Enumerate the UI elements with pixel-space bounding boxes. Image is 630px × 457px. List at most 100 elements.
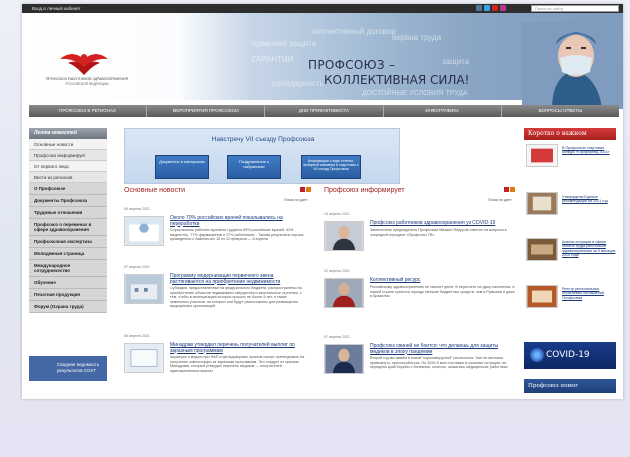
documents-button[interactable]: Документы и материалы — [155, 155, 209, 179]
sidebar-group-education[interactable]: Обучение — [29, 277, 107, 289]
org-name-line2: РОССИЙСКОЙ ФЕДЕРАЦИИ — [65, 82, 109, 86]
news-summary: Российскому здравоохранению не хватает д… — [370, 285, 515, 299]
news-date: 14 апреля 2021 — [324, 212, 350, 216]
campaign-info-button[interactable]: Информация о ходе отчетно-выборной кампа… — [301, 155, 361, 179]
union-informs-title[interactable]: Профсоюз информирует — [324, 187, 405, 194]
bg-word: правовая защита — [252, 39, 317, 48]
sidebar-item-main-news[interactable]: Основные новости — [29, 139, 107, 150]
news-thumbnail[interactable] — [124, 274, 164, 304]
main-news-title[interactable]: Основные новости — [124, 187, 185, 194]
brief-thumbnail[interactable] — [526, 144, 558, 167]
sidebar-group-about[interactable]: О Профсоюзе — [29, 183, 107, 195]
reflection-fade — [0, 395, 630, 457]
virus-icon — [530, 348, 544, 362]
bg-word: защита — [442, 57, 470, 66]
union-helped-header[interactable]: Профсоюз помог — [524, 379, 616, 393]
sidebar-group-expertise[interactable]: Профсоюзная экспертиза — [29, 236, 107, 248]
header-slogan-line1: ПРОФСОЮЗ – — [308, 58, 396, 72]
news-summary: Второй год мы живем в новой "коронавирус… — [370, 356, 508, 370]
sidebar-item-union-informs[interactable]: Профсоюз информирует — [29, 150, 107, 161]
main-nav: ПРОФСОЮЗ В РЕГИОНАХ МЕРОПРИЯТИЯ ПРОФСОЮЗ… — [29, 105, 619, 117]
social-icons — [476, 5, 506, 11]
sidebar-group-documents[interactable]: Документы Профсоюза — [29, 195, 107, 207]
news-title-link[interactable]: Около 70% российских врачей покалывались… — [170, 215, 305, 227]
sidebar-item-first-person[interactable]: От первого лица — [29, 161, 107, 172]
main-news-feed-icons — [300, 187, 311, 192]
brief-link[interactable]: Реестр региональных отраслевых соглашени… — [562, 287, 616, 300]
sout-promo-banner[interactable]: Сводная ведомость результатов СОУТ — [29, 356, 107, 381]
org-name-line1: ПРОФСОЮЗ РАБОТНИКОВ ЗДРАВООХРАНЕНИЯ — [45, 77, 129, 81]
site-header: ПРОФСОЮЗ РАБОТНИКОВ ЗДРАВООХРАНЕНИЯ РОСС… — [22, 13, 623, 109]
website-page: Вход в личный кабинет Поиск по сайту ПРО… — [22, 4, 623, 399]
news-title-link[interactable]: Минздрав утвердил перечень получателей в… — [170, 342, 305, 354]
sidebar-group-changes[interactable]: Профсоюз о переменах в сфере здравоохран… — [29, 219, 107, 236]
nav-item-events[interactable]: МЕРОПРИЯТИЯ ПРОФСОЮЗА — [147, 105, 266, 117]
brief-link[interactable]: Утверждены Единые рекомендации на 2021 г… — [562, 195, 616, 204]
sidebar-group-international[interactable]: Международное сотрудничество — [29, 260, 107, 277]
news-date: 12 апреля 2021 — [324, 269, 350, 273]
rss-icon[interactable] — [306, 187, 311, 192]
bg-word: охрана труда — [392, 33, 442, 42]
sidebar-group-labor[interactable]: Трудовые отношения — [29, 207, 107, 219]
news-title-link[interactable]: Программу модернизации первичного звена … — [170, 273, 305, 285]
news-summary: Субсидии, предоставленные из федеральног… — [170, 286, 302, 309]
union-logo-icon[interactable] — [54, 49, 114, 79]
vk-icon[interactable] — [476, 5, 482, 11]
nav-item-activist-days[interactable]: ДНИ ПРОФАКТИВИСТА — [265, 105, 384, 117]
brief-header: Коротко о важном — [524, 128, 616, 140]
news-thumbnail[interactable] — [324, 221, 364, 251]
sidebar-group-youth[interactable]: Молодежная страница — [29, 248, 107, 260]
sidebar-header: Лента новостей — [29, 128, 107, 139]
brief-link[interactable]: Анализ ситуации в сфере оплаты труда раб… — [562, 240, 616, 258]
bg-word: солидарность — [272, 79, 324, 88]
instagram-icon[interactable] — [500, 5, 506, 11]
news-title-link[interactable]: Профсоюз свиней не боится: что делаешь д… — [370, 343, 515, 355]
sidebar-group-forum[interactable]: Форум (Охрана труда) — [29, 301, 107, 313]
twitter-icon[interactable] — [484, 5, 490, 11]
news-title-link[interactable]: Профсоюз работников здравоохранения уз C… — [370, 220, 515, 227]
news-thumbnail[interactable] — [124, 343, 164, 373]
sidebar-item-regions[interactable]: Вести из регионов — [29, 172, 107, 183]
covid-banner[interactable]: COVID-19 — [524, 342, 616, 369]
news-summary: Акушерки и медсестры ФАП и фельдшерских … — [170, 355, 305, 373]
nav-item-infographics[interactable]: ИНФОГРАФИКА — [384, 105, 502, 117]
email-icon[interactable] — [300, 187, 305, 192]
union-informs-archive-link[interactable]: Поиск по дате — [488, 198, 512, 202]
congress-banner: Навстречу VII съезду Профсоюза Документы… — [124, 128, 400, 184]
news-thumbnail[interactable] — [324, 278, 364, 308]
search-input[interactable]: Поиск по сайту — [531, 5, 619, 12]
brief-thumbnail[interactable] — [526, 285, 558, 308]
sidebar-group-print[interactable]: Печатная продукция — [29, 289, 107, 301]
screenshot-stage: Вход в личный кабинет Поиск по сайту ПРО… — [0, 0, 630, 457]
news-date: 07 апреля 2021 — [124, 265, 150, 269]
top-bar: Вход в личный кабинет Поиск по сайту — [22, 4, 623, 13]
left-sidebar: Лента новостей Основные новости Профсоюз… — [29, 128, 107, 313]
youtube-icon[interactable] — [492, 5, 498, 11]
congress-banner-title: Навстречу VII съезду Профсоюза — [211, 136, 315, 143]
rss-icon[interactable] — [510, 187, 515, 192]
news-summary: Сорок восемь рабочего времени трудятся 6… — [170, 228, 305, 242]
email-icon[interactable] — [504, 187, 509, 192]
brief-thumbnail[interactable] — [526, 238, 558, 261]
brief-thumbnail[interactable] — [526, 192, 558, 215]
main-news-archive-link[interactable]: Поиск по дате — [284, 198, 308, 202]
news-date: 07 апреля 2021 — [324, 335, 350, 339]
brief-link[interactable]: В Профсоюзе стартовал конкурс «Профбренд… — [562, 146, 616, 155]
news-date: 06 апреля 2021 — [124, 334, 150, 338]
nav-item-faq[interactable]: ВОПРОСЫ ОТВЕТЫ — [502, 105, 619, 117]
news-thumbnail[interactable] — [124, 216, 164, 246]
news-thumbnail[interactable] — [324, 344, 364, 374]
header-slogan-line2: КОЛЛЕКТИВНАЯ СИЛА! — [324, 73, 470, 87]
covid-label: COVID-19 — [546, 350, 590, 360]
bg-word: ДОСТОЙНЫЕ УСЛОВИЯ ТРУДА — [362, 90, 468, 97]
login-link[interactable]: Вход в личный кабинет — [32, 6, 81, 11]
union-informs-feed-icons — [504, 187, 515, 192]
nurse-photo — [522, 22, 623, 109]
nav-item-regions[interactable]: ПРОФСОЮЗ В РЕГИОНАХ — [29, 105, 148, 117]
news-summary: Заместитель председателя Профсоюза Михаи… — [370, 228, 507, 237]
news-date: 08 апреля 2021 — [124, 207, 150, 211]
news-title-link[interactable]: Коллективный ресурс — [370, 277, 515, 284]
bg-word: ГАРАНТИИ — [252, 55, 294, 64]
bg-word: коллективный договор — [312, 27, 396, 36]
congratulations-button[interactable]: Поздравления с избранием! — [227, 155, 281, 179]
